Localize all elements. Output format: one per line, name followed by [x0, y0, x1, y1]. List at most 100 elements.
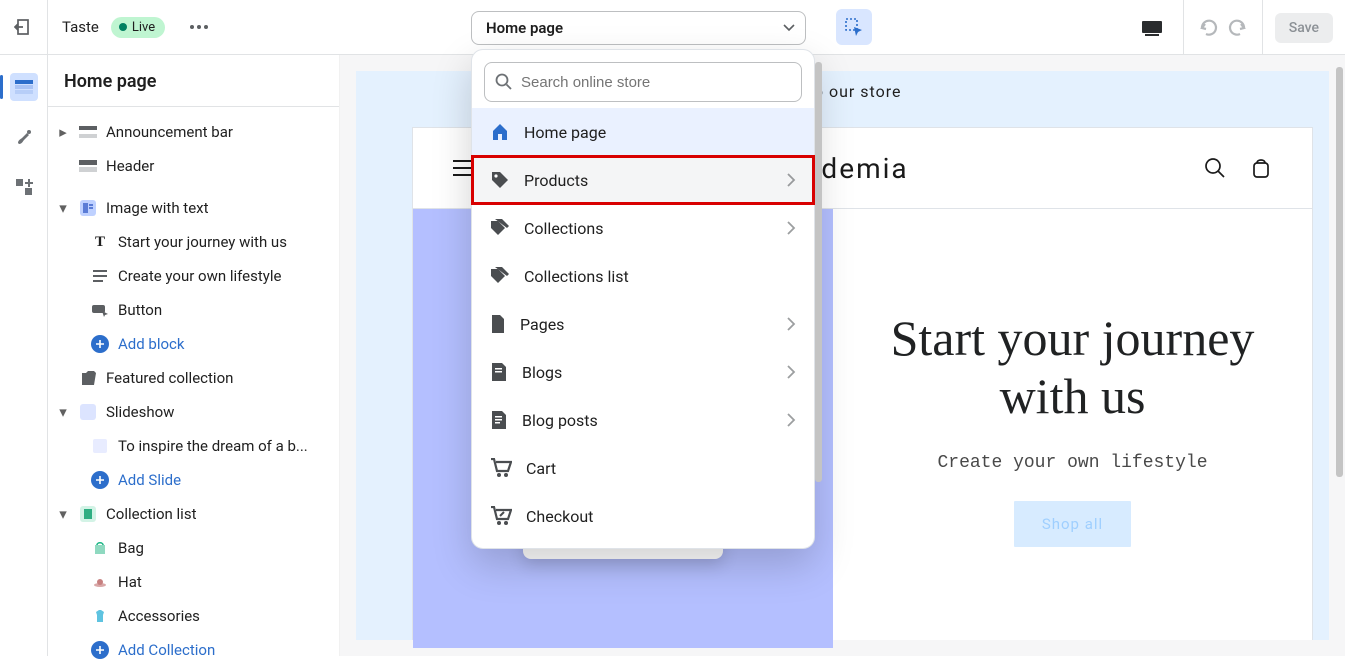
popup-scrollbar[interactable] — [815, 62, 822, 482]
popup-item-pages[interactable]: Pages — [472, 300, 814, 348]
popup-item-cart[interactable]: Cart — [472, 444, 814, 492]
button-icon — [90, 303, 110, 317]
popup-item-label: Checkout — [526, 507, 593, 526]
plus-circle-icon — [91, 471, 109, 489]
add-slide[interactable]: Add Slide — [50, 463, 335, 497]
live-label: Live — [132, 20, 155, 35]
add-collection-label: Add Collection — [118, 641, 215, 659]
add-block[interactable]: Add block — [50, 327, 335, 361]
popup-item-products[interactable]: Products — [472, 156, 814, 204]
search-icon[interactable] — [1204, 157, 1226, 179]
popup-item-collections[interactable]: Collections — [472, 204, 814, 252]
device-preview-button[interactable] — [1121, 0, 1184, 55]
section-label: Featured collection — [106, 369, 233, 387]
hero-button[interactable]: Shop all — [1014, 501, 1131, 547]
block-slide[interactable]: To inspire the dream of a b... — [50, 429, 335, 463]
chevron-right-icon — [787, 365, 796, 379]
inspector-tool[interactable] — [836, 9, 872, 45]
sections-icon — [15, 80, 33, 94]
announcement-icon — [78, 126, 98, 138]
save-button[interactable]: Save — [1275, 13, 1333, 43]
page-selector[interactable]: Home page — [471, 11, 806, 45]
page-selector-popup: Home page Products Collections Collectio… — [471, 49, 815, 549]
popup-item-blogs[interactable]: Blogs — [472, 348, 814, 396]
popup-item-label: Collections — [524, 219, 604, 238]
popup-item-label: Blog posts — [522, 411, 598, 430]
collection-icon — [78, 371, 98, 385]
popup-item-label: Home page — [524, 123, 606, 142]
popup-search-input[interactable] — [521, 74, 791, 91]
slide-icon — [93, 439, 107, 453]
block-label: To inspire the dream of a b... — [118, 437, 308, 455]
ellipsis-icon — [190, 25, 208, 29]
apps-icon — [15, 178, 33, 196]
exit-button[interactable] — [0, 0, 48, 55]
live-dot-icon — [119, 23, 127, 31]
desktop-icon — [1141, 20, 1163, 36]
chevron-right-icon — [787, 221, 796, 235]
exit-icon — [14, 17, 34, 37]
cart-icon — [490, 458, 512, 478]
redo-button[interactable] — [1226, 17, 1248, 39]
chevron-right-icon — [787, 413, 796, 427]
bag-icon — [90, 541, 110, 555]
undo-button[interactable] — [1198, 17, 1220, 39]
canvas-scrollbar[interactable] — [1336, 67, 1343, 477]
right-tools: Save — [1121, 0, 1345, 55]
sections-panel: Home page ▸ Announcement bar Header ▾ Im… — [48, 55, 340, 656]
plus-circle-icon — [91, 641, 109, 659]
popup-item-label: Cart — [526, 459, 556, 478]
image-text-icon — [80, 200, 96, 216]
section-slideshow[interactable]: ▾ Slideshow — [50, 395, 335, 429]
inspector-icon — [844, 17, 864, 37]
paintbrush-icon — [15, 128, 33, 146]
top-bar: Taste Live Home page Save — [0, 0, 1345, 55]
add-block-label: Add block — [118, 335, 185, 353]
popup-item-label: Collections list — [524, 267, 629, 286]
section-label: Collection list — [106, 505, 196, 523]
popup-item-home[interactable]: Home page — [472, 108, 814, 156]
blog-post-icon — [490, 410, 508, 430]
rail-theme-settings[interactable] — [10, 123, 38, 151]
tag-icon — [490, 170, 510, 190]
block-label: Button — [118, 301, 162, 319]
undo-icon — [1198, 17, 1220, 39]
popup-search[interactable] — [484, 62, 802, 102]
caret-down-icon: ▾ — [56, 199, 70, 217]
add-collection[interactable]: Add Collection — [50, 633, 335, 667]
rail-app-embeds[interactable] — [10, 173, 38, 201]
block-collection-hat[interactable]: Hat — [50, 565, 335, 599]
block-label: Hat — [118, 573, 142, 591]
popup-item-blog-posts[interactable]: Blog posts — [472, 396, 814, 444]
more-button[interactable] — [185, 13, 213, 41]
tags-icon — [490, 218, 510, 238]
rail-sections[interactable] — [10, 73, 38, 101]
app-name: Taste — [62, 18, 99, 36]
section-header[interactable]: Header — [50, 149, 335, 183]
block-text[interactable]: Create your own lifestyle — [50, 259, 335, 293]
popup-item-label: Pages — [520, 315, 564, 334]
page-selector-label: Home page — [486, 19, 563, 37]
block-label: Create your own lifestyle — [118, 267, 281, 285]
block-label: Bag — [118, 539, 144, 557]
block-collection-accessories[interactable]: Accessories — [50, 599, 335, 633]
chevron-right-icon — [787, 317, 796, 331]
bag-icon[interactable] — [1250, 157, 1272, 179]
block-heading[interactable]: T Start your journey with us — [50, 225, 335, 259]
popup-item-label: Blogs — [522, 363, 562, 382]
plus-circle-icon — [91, 335, 109, 353]
blog-icon — [490, 362, 508, 382]
popup-item-collections-list[interactable]: Collections list — [472, 252, 814, 300]
section-label: Header — [106, 157, 154, 175]
caret-down-icon: ▾ — [56, 403, 70, 421]
section-featured-collection[interactable]: Featured collection — [50, 361, 335, 395]
block-collection-bag[interactable]: Bag — [50, 531, 335, 565]
popup-item-label: Products — [524, 171, 588, 190]
caret-right-icon: ▸ — [56, 123, 70, 141]
section-collection-list[interactable]: ▾ Collection list — [50, 497, 335, 531]
block-button[interactable]: Button — [50, 293, 335, 327]
popup-item-checkout[interactable]: Checkout — [472, 492, 814, 540]
section-image-with-text[interactable]: ▾ Image with text — [50, 191, 335, 225]
section-announcement-bar[interactable]: ▸ Announcement bar — [50, 115, 335, 149]
block-label: Accessories — [118, 607, 200, 625]
